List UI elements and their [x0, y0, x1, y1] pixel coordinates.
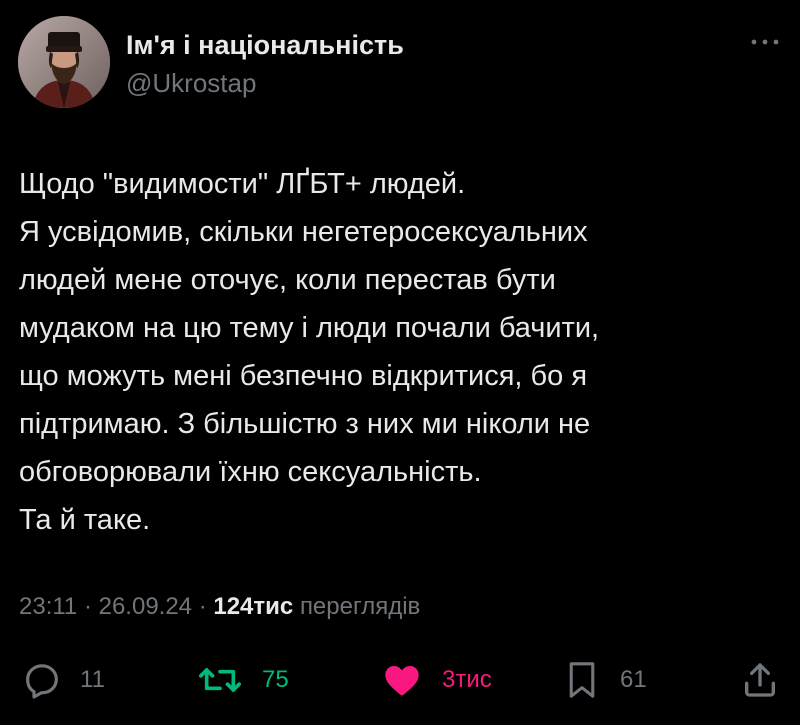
avatar[interactable] — [18, 16, 110, 108]
reply-icon — [26, 664, 58, 699]
tweet-line: що можуть мені безпечно відкритися, бо я — [19, 360, 588, 392]
avatar-photo — [18, 16, 110, 108]
views-label: переглядів — [299, 593, 421, 620]
reply-count: 11 — [80, 666, 105, 693]
share-button[interactable] — [740, 658, 780, 702]
bookmark-count: 61 — [620, 666, 647, 693]
tweet-line: Я усвідомив, скільки негетеросексуальних — [19, 216, 588, 248]
tweet-line: мудаком на цю тему і люди почали бачити, — [19, 312, 600, 344]
tweet-line: Щодо "видимости" ЛҐБТ+ людей. — [19, 168, 466, 200]
tweet-meta: 23:11 · 26.09.24 · 124тис переглядів — [19, 593, 420, 621]
tweet-time[interactable]: 23:11 — [19, 593, 77, 620]
repost-button[interactable]: 75 — [198, 658, 289, 702]
bookmark-icon — [569, 662, 595, 698]
tweet-line: підтримаю. З більшістю з них ми ніколи н… — [19, 408, 591, 440]
more-options-button[interactable] — [748, 30, 782, 54]
like-button[interactable]: 3тис — [382, 658, 492, 702]
display-name[interactable]: Ім'я і національність — [126, 30, 404, 61]
reply-button[interactable]: 11 — [22, 658, 105, 702]
user-handle[interactable]: @Ukrostap — [126, 68, 256, 99]
views-count[interactable]: 124тис — [213, 593, 293, 620]
meta-separator: · — [77, 593, 99, 620]
bookmark-button[interactable]: 61 — [566, 658, 647, 702]
tweet-actions: 11 75 3тис 61 — [0, 658, 800, 702]
meta-separator: · — [192, 593, 214, 620]
share-icon — [745, 663, 775, 697]
tweet-date[interactable]: 26.09.24 — [99, 593, 192, 620]
like-count: 3тис — [442, 666, 492, 693]
repost-count: 75 — [262, 666, 289, 693]
tweet-line: людей мене оточує, коли перестав бути — [19, 264, 556, 296]
tweet-line: Та й таке. — [19, 504, 151, 536]
repost-icon — [199, 668, 242, 692]
heart-icon — [385, 666, 419, 696]
tweet-text: Щодо "видимости" ЛҐБТ+ людей. Я усвідоми… — [19, 160, 789, 544]
tweet-line: обговорювали їхню сексуальність. — [19, 456, 482, 488]
more-horizontal-icon — [751, 39, 779, 45]
